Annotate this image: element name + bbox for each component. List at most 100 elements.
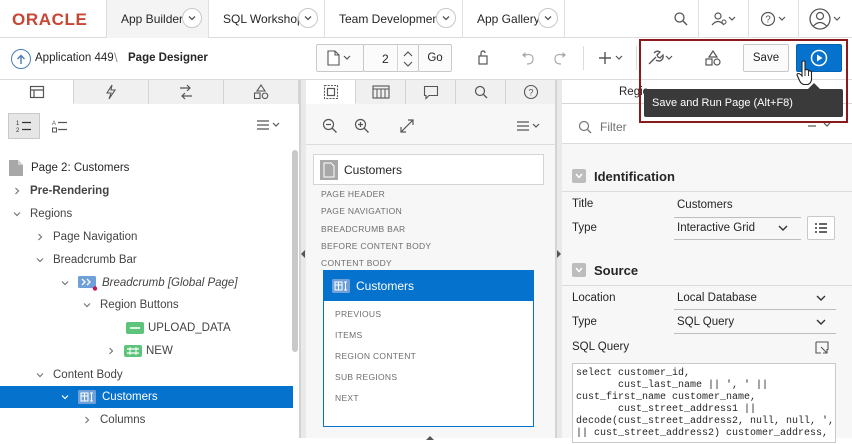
help-icon[interactable]: ? bbox=[748, 0, 798, 38]
tree-item-region-buttons[interactable]: Region Buttons bbox=[0, 294, 293, 316]
tree-item-customers[interactable]: Customers bbox=[0, 386, 293, 408]
tab-rendering[interactable] bbox=[0, 80, 74, 104]
collapse-section-icon[interactable] bbox=[572, 169, 586, 183]
slot-breadcrumb-bar[interactable]: BREADCRUMB BAR bbox=[321, 224, 406, 234]
slot-page-navigation[interactable]: PAGE NAVIGATION bbox=[321, 206, 402, 216]
group-by-component-view-button[interactable]: 12 bbox=[8, 113, 40, 139]
source-type-label: Type bbox=[572, 316, 597, 328]
chevron-down-icon[interactable] bbox=[816, 318, 826, 326]
collapse-section-icon[interactable] bbox=[572, 263, 586, 277]
tree-item-upload-data[interactable]: UPLOAD_DATA bbox=[0, 317, 293, 339]
code-editor-expand-icon[interactable] bbox=[815, 341, 829, 354]
tab-help[interactable]: ? bbox=[506, 80, 555, 104]
region-header[interactable]: Customers bbox=[324, 271, 533, 301]
svg-text:2: 2 bbox=[16, 128, 20, 133]
chevron-right-icon[interactable] bbox=[12, 186, 22, 196]
chevron-right-icon[interactable] bbox=[82, 415, 92, 425]
chevron-down-icon[interactable] bbox=[298, 8, 318, 28]
tree-item-columns[interactable]: Columns bbox=[0, 409, 293, 431]
grouped-list-icon: A bbox=[52, 121, 67, 133]
page-number-input[interactable]: 2 bbox=[363, 44, 419, 72]
slot-next[interactable]: NEXT bbox=[335, 393, 359, 403]
layout-menu-icon[interactable] bbox=[514, 119, 544, 136]
slot-region-content[interactable]: REGION CONTENT bbox=[335, 351, 416, 361]
breadcrumb-application[interactable]: Application 449 bbox=[35, 52, 114, 64]
user-avatar-icon[interactable] bbox=[798, 0, 852, 38]
tab-dynamic-actions[interactable] bbox=[74, 80, 149, 104]
tab-layout[interactable] bbox=[306, 80, 356, 104]
tree-item-page-navigation[interactable]: Page Navigation bbox=[0, 226, 293, 248]
tab-search[interactable] bbox=[456, 80, 506, 104]
zoom-out-icon[interactable] bbox=[322, 118, 338, 137]
chevron-down-icon[interactable] bbox=[12, 209, 22, 219]
redo-icon[interactable] bbox=[548, 44, 572, 72]
title-field[interactable]: Customers bbox=[677, 199, 733, 211]
chevron-down-icon[interactable] bbox=[816, 294, 826, 302]
chevron-down-icon[interactable] bbox=[35, 370, 45, 380]
type-list-button[interactable] bbox=[807, 216, 835, 240]
source-type-select[interactable]: SQL Query bbox=[677, 316, 734, 328]
create-menu-icon[interactable] bbox=[594, 44, 630, 72]
slot-sub-regions[interactable]: SUB REGIONS bbox=[335, 372, 397, 382]
chevron-right-icon[interactable] bbox=[106, 346, 116, 356]
tree-item-breadcrumb-bar[interactable]: Breadcrumb Bar bbox=[0, 249, 293, 271]
tree-item-pre-rendering[interactable]: Pre-Rendering bbox=[0, 180, 293, 202]
lock-page-icon[interactable] bbox=[470, 44, 494, 72]
section-source[interactable]: Source bbox=[562, 255, 852, 285]
chevron-down-icon[interactable] bbox=[35, 255, 45, 265]
chevron-down-icon[interactable] bbox=[182, 8, 202, 28]
svg-text:?: ? bbox=[528, 88, 533, 98]
tree-item-new[interactable]: NEW bbox=[0, 340, 293, 362]
tab-app-builder[interactable]: App Builder bbox=[107, 0, 209, 38]
tab-shared-components[interactable] bbox=[224, 80, 299, 104]
slot-previous[interactable]: PREVIOUS bbox=[335, 309, 381, 319]
type-label: Type bbox=[572, 222, 597, 234]
admin-user-icon[interactable] bbox=[698, 0, 748, 38]
page-finder-button[interactable] bbox=[316, 44, 364, 72]
tab-messages[interactable] bbox=[406, 80, 456, 104]
chevron-down-icon[interactable] bbox=[538, 8, 558, 28]
location-select[interactable]: Local Database bbox=[677, 292, 757, 304]
page-stepper-icon[interactable] bbox=[402, 49, 414, 69]
tab-component-view[interactable] bbox=[356, 80, 406, 104]
top-navigation: ORACLE App Builder SQL Workshop Team Dev… bbox=[0, 0, 852, 38]
oracle-logo[interactable]: ORACLE bbox=[12, 10, 87, 30]
chevron-down-icon[interactable] bbox=[60, 278, 70, 288]
chevron-down-icon[interactable] bbox=[82, 300, 92, 310]
layout-page-header[interactable]: Customers bbox=[313, 154, 544, 185]
zoom-in-icon[interactable] bbox=[354, 118, 370, 137]
group-by-processing-view-button[interactable]: A bbox=[44, 113, 76, 139]
tab-sql-workshop[interactable]: SQL Workshop bbox=[209, 0, 325, 38]
tree-item-regions[interactable]: Regions bbox=[0, 203, 293, 225]
tree-item-breadcrumb-global[interactable]: Breadcrumb [Global Page] bbox=[0, 272, 293, 294]
tree-page-root[interactable]: Page 2: Customers bbox=[0, 157, 293, 179]
up-arrow-icon[interactable] bbox=[11, 49, 31, 69]
chevron-right-icon[interactable] bbox=[35, 232, 45, 242]
slot-page-header[interactable]: PAGE HEADER bbox=[321, 189, 385, 199]
expand-icon[interactable] bbox=[399, 118, 415, 137]
tree-menu-icon[interactable] bbox=[254, 118, 286, 134]
undo-icon[interactable] bbox=[516, 44, 540, 72]
go-button[interactable]: Go bbox=[418, 44, 452, 72]
section-identification[interactable]: Identification bbox=[562, 161, 852, 191]
sql-query-editor[interactable]: select customer_id, cust_last_name || ',… bbox=[572, 363, 836, 443]
tab-app-gallery[interactable]: App Gallery bbox=[463, 0, 565, 38]
search-icon[interactable] bbox=[664, 0, 698, 38]
filter-input[interactable]: Filter bbox=[600, 120, 627, 134]
tab-processing[interactable] bbox=[149, 80, 224, 104]
chevron-down-icon[interactable] bbox=[60, 392, 70, 402]
layout-region-customers[interactable]: Customers PREVIOUS ITEMS REGION CONTENT … bbox=[323, 270, 534, 427]
collapse-bottom-icon[interactable] bbox=[425, 430, 435, 444]
sql-query-label: SQL Query bbox=[572, 341, 630, 353]
interactive-grid-icon bbox=[332, 279, 350, 293]
tree-item-content-body[interactable]: Content Body bbox=[0, 364, 293, 386]
chevron-down-icon[interactable] bbox=[778, 224, 788, 232]
chevron-down-icon[interactable] bbox=[436, 8, 456, 28]
slot-before-content-body[interactable]: BEFORE CONTENT BODY bbox=[321, 241, 431, 251]
slot-content-body[interactable]: CONTENT BODY bbox=[321, 258, 392, 268]
slot-items[interactable]: ITEMS bbox=[335, 330, 362, 340]
tree-scrollbar[interactable] bbox=[292, 150, 298, 352]
breadcrumb-page-designer: Page Designer bbox=[128, 52, 208, 64]
tab-team-development[interactable]: Team Development bbox=[325, 0, 463, 38]
type-select[interactable]: Interactive Grid bbox=[677, 222, 755, 234]
